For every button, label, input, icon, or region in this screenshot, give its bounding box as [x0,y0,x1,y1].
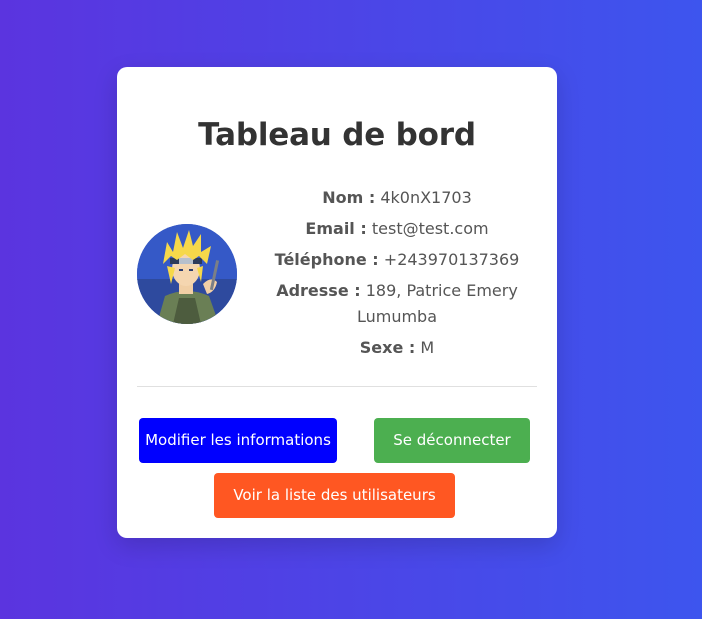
name-label: Nom : [322,188,376,207]
info-row-name: Nom : 4k0nX1703 [257,185,537,211]
email-label: Email : [305,219,367,238]
gender-value: M [420,338,435,357]
user-info: Nom : 4k0nX1703 Email : test@test.com Té… [257,185,537,366]
email-value: test@test.com [371,219,489,238]
gender-label: Sexe : [359,338,416,357]
phone-value: +243970137369 [383,250,520,269]
avatar [137,224,237,324]
info-row-phone: Téléphone : +243970137369 [257,247,537,273]
edit-info-button[interactable]: Modifier les informations [139,418,337,463]
phone-label: Téléphone : [274,250,379,269]
address-label: Adresse : [276,281,361,300]
view-users-button[interactable]: Voir la liste des utilisateurs [214,473,455,518]
dashboard-card: Tableau de bord Nom: 4k0nX1703 Email: … [117,67,557,538]
divider [137,386,537,387]
info-row-email: Email : test@test.com [257,216,537,242]
page-title: Tableau de bord [198,117,476,153]
name-value: 4k0nX1703 [380,188,472,207]
address-value: 189, Patrice Emery Lumumba [356,281,518,326]
user-avatar-icon [137,224,237,324]
logout-button[interactable]: Se déconnecter [374,418,530,463]
info-row-gender: Sexe : M [257,335,537,361]
info-row-address: Adresse : 189, Patrice Emery Lumumba [257,278,537,330]
